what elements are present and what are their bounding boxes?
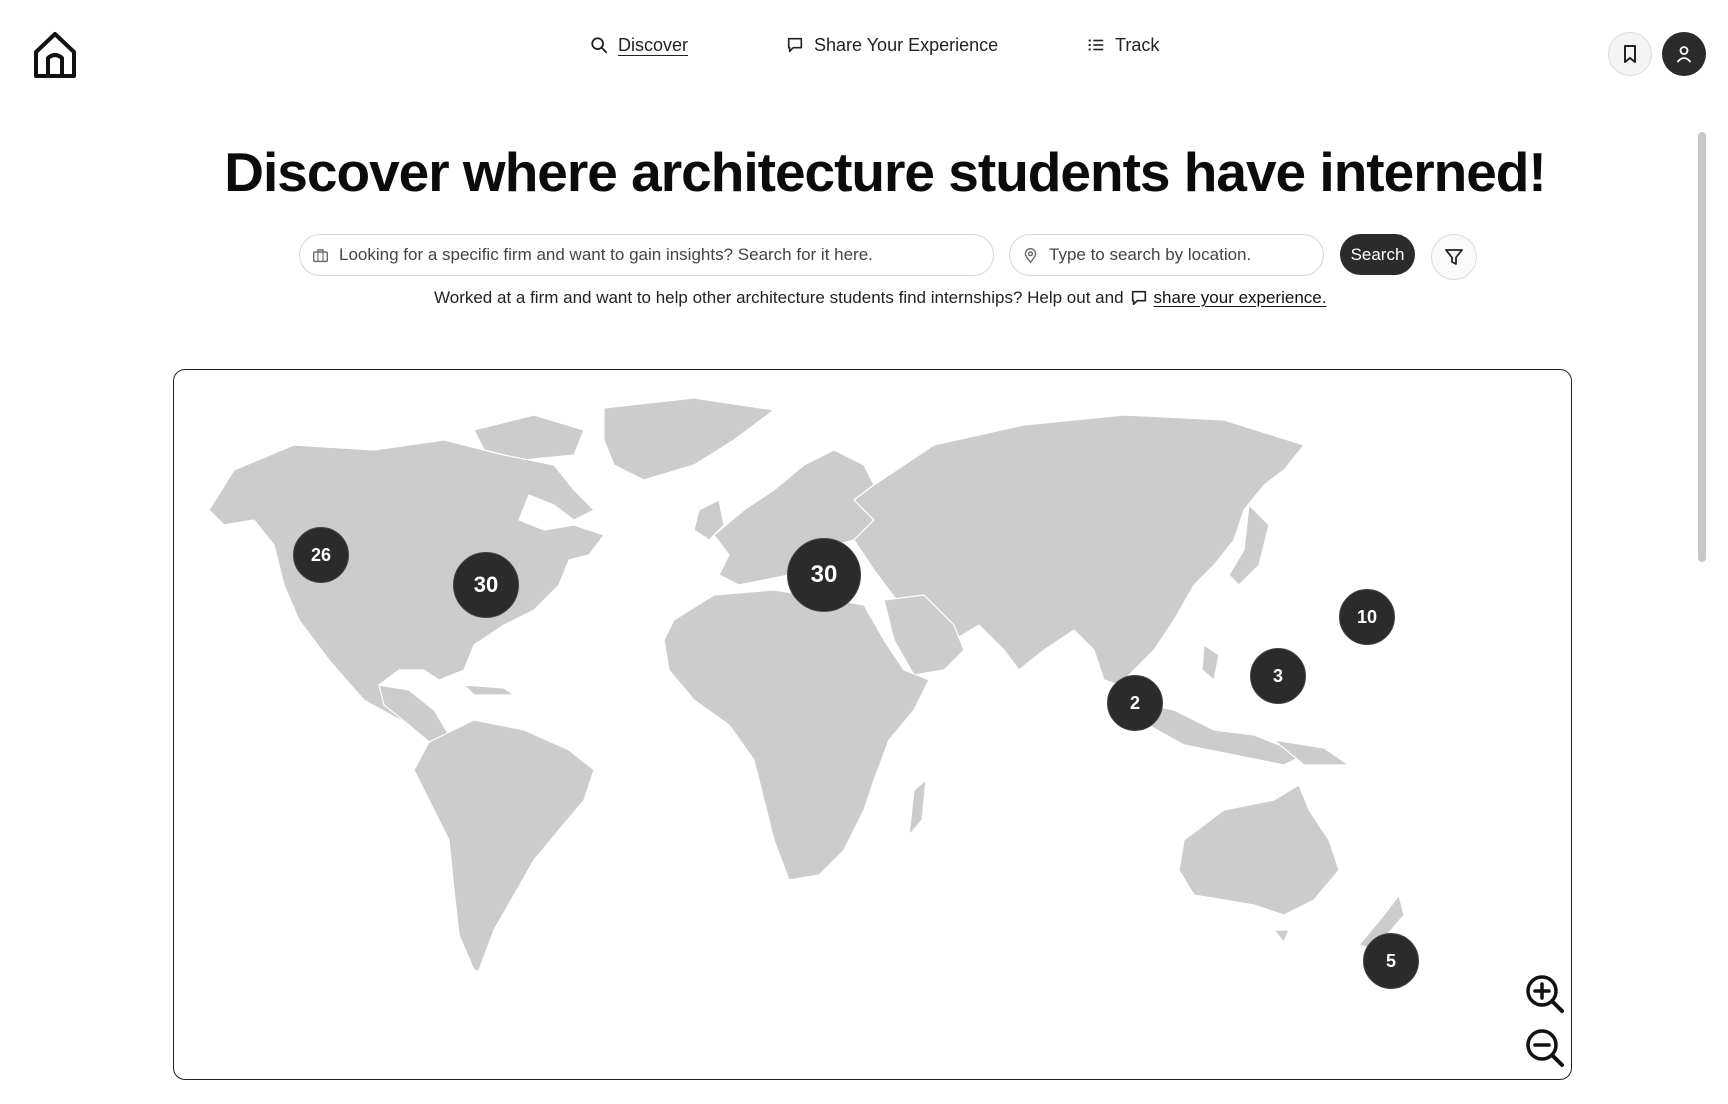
zoom-out-icon bbox=[1526, 1029, 1564, 1067]
australia-shape bbox=[1178, 784, 1340, 916]
chat-icon bbox=[1131, 290, 1146, 306]
map-cluster-southeast-asia[interactable]: 3 bbox=[1250, 648, 1306, 704]
bookmark-button[interactable] bbox=[1608, 32, 1652, 76]
map-cluster-europe[interactable]: 30 bbox=[787, 538, 861, 612]
bookmark-icon bbox=[1624, 45, 1636, 63]
top-nav-bar: Discover Share Your Experience Track bbox=[0, 0, 1728, 110]
share-experience-link[interactable]: share your experience. bbox=[1130, 288, 1327, 308]
user-icon bbox=[1676, 46, 1692, 63]
profile-button[interactable] bbox=[1662, 32, 1706, 76]
firm-search-field[interactable] bbox=[299, 234, 994, 276]
map-cluster-australia[interactable]: 5 bbox=[1363, 933, 1419, 989]
briefcase-icon bbox=[313, 248, 328, 262]
zoom-out-button[interactable] bbox=[1524, 1027, 1566, 1069]
greenland-shape bbox=[603, 397, 775, 481]
firm-search-input[interactable] bbox=[337, 244, 993, 266]
search-icon bbox=[591, 37, 608, 54]
world-map[interactable]: 26 30 30 10 3 2 5 bbox=[173, 369, 1572, 1080]
page-scrollbar[interactable] bbox=[1698, 132, 1706, 562]
map-cluster-east-asia[interactable]: 10 bbox=[1339, 589, 1395, 645]
nav-track[interactable]: Track bbox=[1087, 30, 1159, 60]
nav-share-experience[interactable]: Share Your Experience bbox=[786, 30, 998, 60]
nav-discover[interactable]: Discover bbox=[590, 30, 688, 60]
share-experience-link-label: share your experience. bbox=[1153, 288, 1327, 307]
search-button[interactable]: Search bbox=[1340, 234, 1415, 275]
location-search-input[interactable] bbox=[1047, 244, 1323, 266]
map-cluster-us-east[interactable]: 30 bbox=[453, 552, 519, 618]
africa-shape bbox=[663, 589, 930, 881]
list-icon bbox=[1088, 39, 1104, 51]
share-prompt: Worked at a firm and want to help other … bbox=[434, 288, 1326, 308]
south-america-shape bbox=[413, 719, 595, 976]
nav-discover-label: Discover bbox=[618, 34, 689, 55]
map-pin-icon bbox=[1024, 247, 1037, 263]
tasmania-shape bbox=[1273, 929, 1290, 943]
madagascar-shape bbox=[908, 779, 927, 836]
world-map-land bbox=[208, 397, 1405, 976]
nav-share-label: Share Your Experience bbox=[814, 34, 999, 55]
philippines-shape bbox=[1201, 644, 1220, 681]
zoom-in-icon bbox=[1526, 975, 1564, 1013]
zoom-in-button[interactable] bbox=[1524, 973, 1566, 1015]
page-title: Discover where architecture students hav… bbox=[224, 141, 1546, 203]
caribbean-shape bbox=[463, 684, 515, 696]
location-search-field[interactable] bbox=[1009, 234, 1324, 276]
share-prompt-text: Worked at a firm and want to help other … bbox=[434, 288, 1124, 307]
chat-icon bbox=[787, 37, 803, 53]
filter-icon bbox=[1445, 249, 1463, 265]
map-cluster-india[interactable]: 2 bbox=[1107, 675, 1163, 731]
nav-track-label: Track bbox=[1115, 34, 1160, 55]
map-cluster-us-west[interactable]: 26 bbox=[293, 527, 349, 583]
home-icon[interactable] bbox=[32, 30, 78, 80]
filter-button[interactable] bbox=[1431, 234, 1477, 280]
